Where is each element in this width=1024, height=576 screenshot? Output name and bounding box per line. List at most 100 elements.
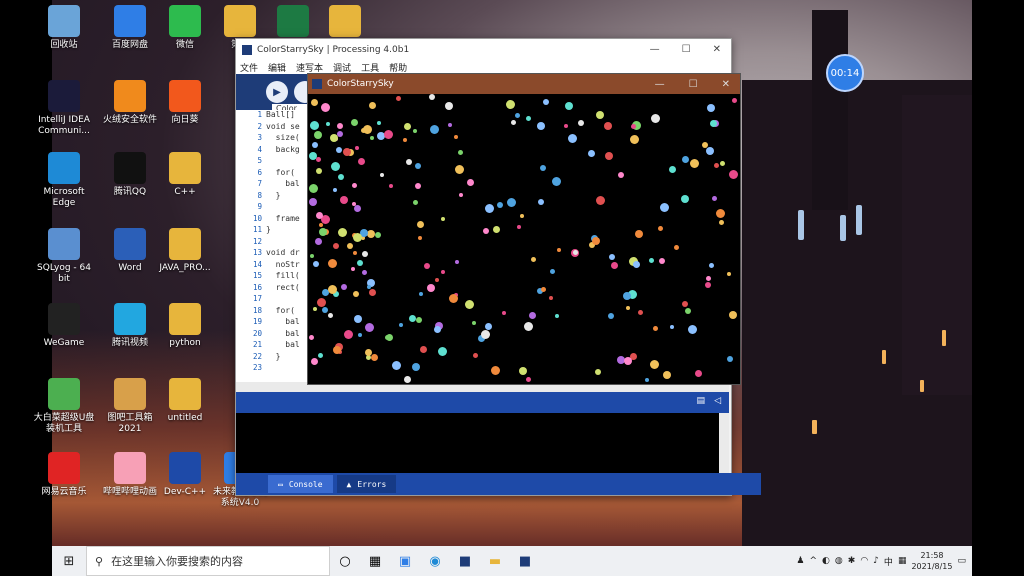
desktop-icon[interactable]: 向日葵: [154, 80, 216, 126]
clock[interactable]: 21:58 2021/8/15: [911, 550, 952, 572]
sketch-title-bar[interactable]: ColorStarrySky — ☐ ✕: [308, 74, 740, 94]
desktop-icon[interactable]: JAVA_PRO...: [154, 228, 216, 274]
tray-app-icon[interactable]: ◐: [822, 556, 830, 566]
desktop-icon[interactable]: 图吧工具箱2021: [99, 378, 161, 435]
code-line: void dr: [266, 248, 300, 257]
desktop-icon[interactable]: C++: [154, 152, 216, 198]
star-dot: [688, 324, 698, 334]
taskbar-app-sketch[interactable]: ■: [510, 546, 540, 576]
tray-language[interactable]: 中: [884, 555, 893, 568]
line-number: 11: [252, 225, 262, 234]
star-dot: [607, 313, 614, 320]
desktop-icon[interactable]: Word: [99, 228, 161, 274]
line-number: 6: [257, 167, 262, 177]
line-number: 12: [252, 236, 262, 246]
folder-icon: [224, 5, 256, 37]
desktop-icon[interactable]: 网易云音乐: [33, 452, 95, 498]
menu-sketch[interactable]: 速写本: [296, 61, 323, 74]
taskbar-app-processing[interactable]: ■: [450, 546, 480, 576]
menu-file[interactable]: 文件: [240, 61, 258, 74]
tray-bluetooth-icon[interactable]: ✱: [848, 556, 856, 566]
desktop-icon[interactable]: 腾讯视频: [99, 303, 161, 349]
desktop-icon[interactable]: untitled: [154, 378, 216, 424]
desktop-icon[interactable]: Dev-C++: [154, 452, 216, 498]
run-button[interactable]: ▶: [266, 81, 288, 103]
desktop-icon[interactable]: 火绒安全软件: [99, 80, 161, 126]
console-scrollbar[interactable]: [719, 413, 729, 473]
desktop-icon[interactable]: 哔哩哔哩动画: [99, 452, 161, 498]
sketch-window[interactable]: ColorStarrySky — ☐ ✕: [307, 73, 741, 385]
desktop-icon[interactable]: 百度网盘: [99, 5, 161, 51]
recording-timer[interactable]: 00:14: [826, 54, 864, 92]
tray-volume-icon[interactable]: ♪: [873, 556, 879, 566]
desktop-icon[interactable]: Microsoft Edge: [33, 152, 95, 209]
sqlyog-icon: [48, 228, 80, 260]
menu-debug[interactable]: 调试: [333, 61, 351, 74]
star-dot: [650, 113, 660, 123]
maximize-icon[interactable]: ☐: [682, 44, 691, 55]
excel-icon: [277, 5, 309, 37]
star-dot: [539, 165, 546, 172]
star-dot: [346, 242, 353, 249]
star-dot: [637, 309, 643, 315]
close-icon[interactable]: ✕: [713, 44, 721, 55]
notification-icon[interactable]: ▭: [957, 556, 966, 566]
desktop-icon[interactable]: 大白菜超级U盘装机工具: [33, 378, 95, 435]
desktop-icon[interactable]: python: [154, 303, 216, 349]
line-number: 4: [257, 144, 262, 154]
console-area[interactable]: [236, 413, 729, 473]
star-dot: [465, 300, 475, 310]
star-dot: [645, 377, 649, 382]
task-view-icon[interactable]: ▦: [360, 546, 390, 576]
star-dot: [490, 366, 500, 376]
tray-wechat-icon[interactable]: ◍: [835, 556, 843, 566]
code-line: for(: [266, 167, 295, 177]
recycle-bin-icon: [48, 5, 80, 37]
sketch-canvas[interactable]: [308, 94, 740, 384]
star-dot: [528, 312, 536, 320]
taskbar-app-explorer[interactable]: ▬: [480, 546, 510, 576]
star-dot: [314, 238, 322, 246]
star-dot: [351, 266, 356, 271]
menu-help[interactable]: 帮助: [389, 61, 407, 74]
desktop-icon[interactable]: SQLyog - 64 bit: [33, 228, 95, 285]
taskbar-search[interactable]: ⚲ 在这里输入你要搜索的内容: [86, 546, 330, 576]
tray-wifi-icon[interactable]: ◠: [860, 556, 868, 566]
collapse-icon[interactable]: ◁: [714, 396, 721, 406]
tray-person-icon[interactable]: ♟: [796, 556, 804, 566]
desktop-icon[interactable]: 腾讯QQ: [99, 152, 161, 198]
desktop-icon[interactable]: WeGame: [33, 303, 95, 349]
windows-start-icon[interactable]: ⊞: [52, 546, 86, 576]
line-number: 1: [257, 110, 262, 119]
menu-tools[interactable]: 工具: [361, 61, 379, 74]
desktop-icon-label: 向日葵: [171, 115, 199, 125]
star-dot: [418, 291, 423, 296]
star-dot: [329, 134, 338, 143]
menu-edit[interactable]: 编辑: [268, 61, 286, 74]
console-tab[interactable]: ▭ Console: [268, 475, 333, 493]
close-icon[interactable]: ✕: [722, 79, 730, 90]
desktop-icon[interactable]: IntelliJ IDEA Communi...: [33, 80, 95, 137]
wechat-icon: [169, 5, 201, 37]
code-text[interactable]: Ball[] void se size( backg for( bal } fra…: [266, 110, 300, 375]
tuba-toolbox-icon: [114, 378, 146, 410]
errors-tab[interactable]: ▲ Errors: [336, 475, 397, 493]
tray-ime-icon[interactable]: ▦: [898, 556, 907, 566]
tray-chevron-icon[interactable]: ^: [810, 556, 818, 566]
star-dot: [705, 146, 714, 155]
cortana-icon[interactable]: ○: [330, 546, 360, 576]
minimize-icon[interactable]: —: [650, 44, 660, 55]
taskbar-app-files[interactable]: ▣: [390, 546, 420, 576]
maximize-icon[interactable]: ☐: [689, 79, 698, 90]
desktop-icon-label: untitled: [167, 413, 203, 423]
taskbar-app-edge[interactable]: ◉: [420, 546, 450, 576]
minimize-icon[interactable]: —: [655, 79, 665, 90]
desktop-icon[interactable]: [314, 5, 376, 40]
desktop-icon[interactable]: 回收站: [33, 5, 95, 51]
desktop-icon[interactable]: 微信: [154, 5, 216, 51]
copy-icon[interactable]: ▤: [696, 396, 705, 406]
star-dot: [336, 123, 343, 130]
ide-title-bar[interactable]: ColorStarrySky | Processing 4.0b1 — ☐ ✕: [236, 39, 731, 60]
star-dot: [705, 282, 712, 289]
star-dot: [505, 99, 515, 109]
